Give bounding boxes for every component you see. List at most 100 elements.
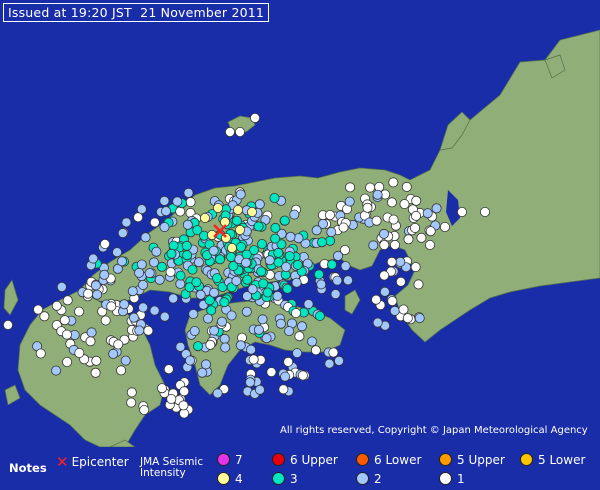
station-marker [283,356,294,367]
station-marker [289,209,300,220]
station-marker [253,324,264,335]
station-marker [254,384,265,395]
station-marker [216,316,227,327]
land-awaji [344,289,361,315]
station-marker [389,239,400,250]
station-marker [431,203,442,214]
station-marker [232,204,243,215]
station-marker [270,222,281,233]
station-marker [379,270,390,281]
intensity-6-lower-swatch [356,453,369,466]
station-marker [235,241,246,252]
station-marker [416,232,427,243]
station-marker [344,196,355,207]
station-marker [128,312,139,323]
station-marker [119,299,130,310]
legend-bar: Notes ✕ Epicenter JMA Seismic Intensity 7… [0,447,600,490]
station-marker [330,289,341,300]
station-marker [248,354,259,365]
legend-item-1: 1 [439,472,465,486]
station-marker [279,215,290,226]
station-marker [342,275,353,286]
station-marker [325,235,336,246]
station-marker [211,273,222,284]
intensity-7-swatch [217,453,230,466]
station-marker [339,244,350,255]
station-marker [456,206,467,217]
station-marker [192,341,203,352]
legend-item-5-lower: 5 Lower [520,453,585,467]
station-marker [149,217,160,228]
station-marker [154,274,165,285]
station-marker [399,199,410,210]
station-marker [254,199,265,210]
epicenter-legend-label: Epicenter [71,455,129,469]
station-marker [117,228,128,239]
intensity-6-upper-swatch [272,453,285,466]
station-marker [479,206,490,217]
station-marker [307,336,318,347]
station-marker [209,287,220,298]
station-marker [365,182,376,193]
station-marker [62,356,73,367]
station-marker [296,321,307,332]
station-marker [245,377,256,388]
station-marker [316,279,327,290]
station-marker [388,214,399,225]
issued-timestamp: Issued at 19:20 JST 21 November 2011 [3,3,270,22]
station-marker [175,341,186,352]
station-marker [193,257,204,268]
station-marker [175,278,186,289]
station-marker [272,290,283,301]
station-marker [402,313,413,324]
station-marker [74,306,85,317]
legend-item-3: 3 [272,472,298,486]
station-marker [86,327,97,338]
station-marker [160,206,171,217]
station-marker [219,297,230,308]
legend-item-label: 7 [235,453,243,467]
station-marker [144,268,155,279]
station-marker [168,240,179,251]
station-marker [338,222,349,233]
intensity-1-swatch [439,472,452,485]
station-marker [314,310,325,321]
station-marker [326,259,337,270]
station-marker [187,264,198,275]
station-marker [388,177,399,188]
copyright-notice: All rights reserved, Copyright © Japan M… [280,425,588,436]
legend-item-7: 7 [217,453,243,467]
station-marker [231,275,242,286]
station-marker [3,319,13,330]
station-marker [439,221,450,232]
station-marker [51,300,62,311]
station-marker [165,266,176,277]
station-marker [411,195,422,206]
legend-item-6-upper: 6 Upper [272,453,338,467]
station-marker [285,231,296,242]
station-marker [413,279,424,290]
epicenter-icon: ✕ [56,453,69,471]
station-marker [241,306,252,317]
intensity-4-swatch [217,472,230,485]
station-marker [256,266,267,277]
station-marker [90,280,101,291]
station-marker [185,197,196,208]
station-marker [92,289,103,300]
station-marker [246,206,257,217]
station-marker [85,336,96,347]
legend-item-label: 6 Upper [290,453,338,467]
station-marker [90,367,101,378]
station-marker [379,240,390,251]
station-marker [340,261,351,272]
station-marker [281,261,292,272]
intensity-3-swatch [272,472,285,485]
station-marker [61,329,72,340]
station-marker [324,209,335,220]
station-marker [166,248,177,259]
station-marker [156,383,167,394]
station-marker [159,222,170,233]
station-marker [113,339,124,350]
station-marker [83,288,94,299]
station-marker [389,305,400,316]
